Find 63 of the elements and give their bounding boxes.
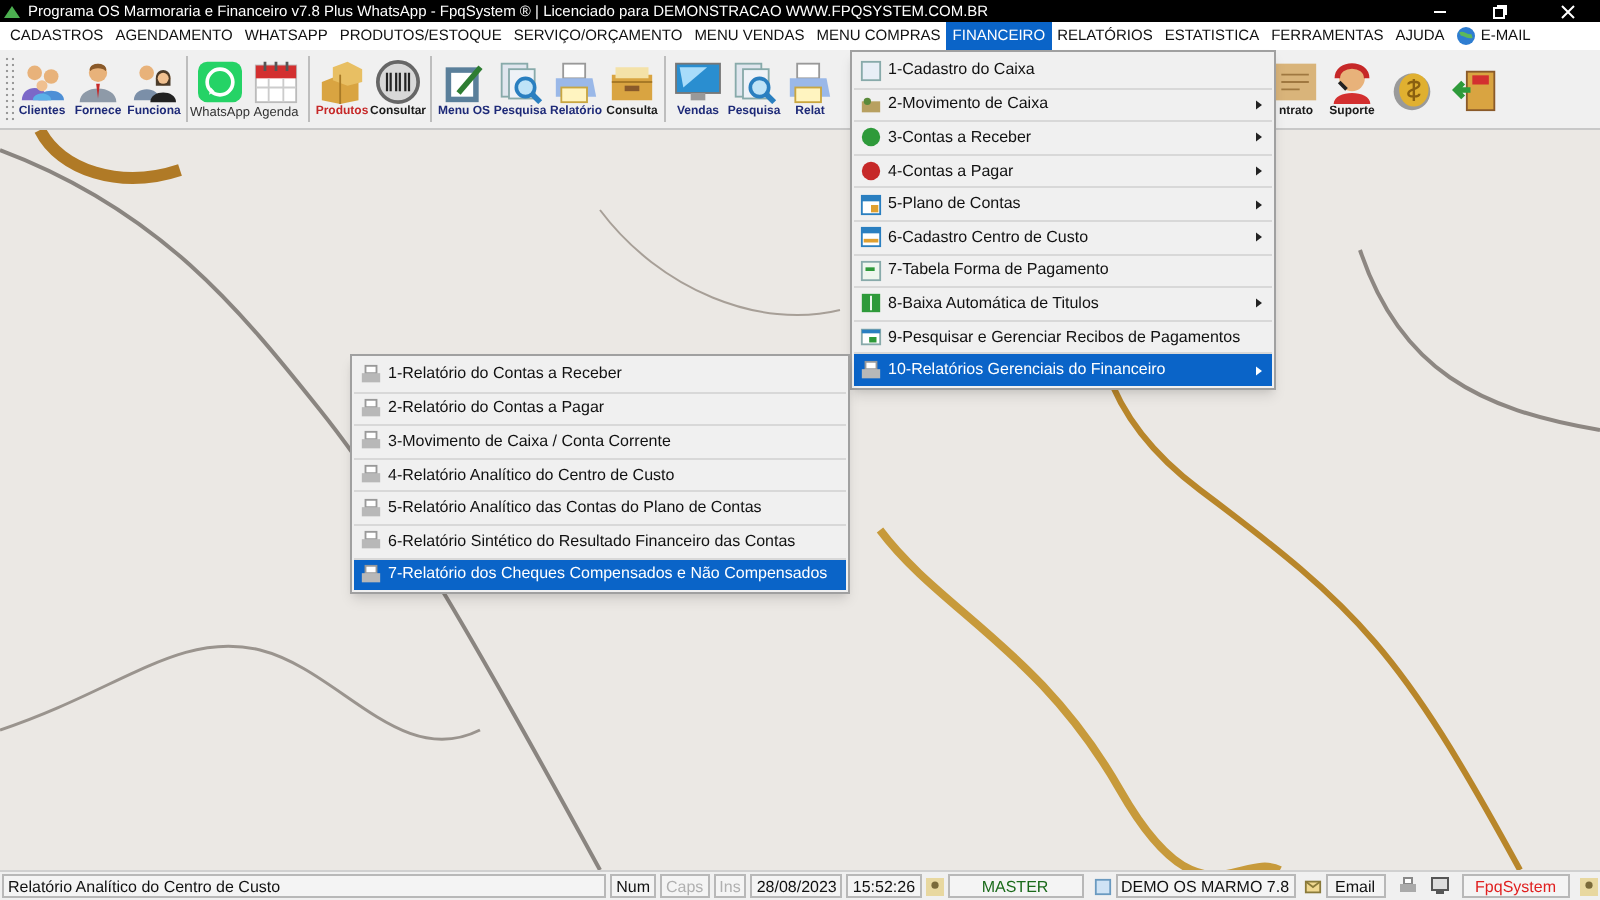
printer-icon — [360, 563, 382, 586]
window-icon — [860, 193, 882, 216]
printer-icon — [360, 530, 382, 553]
menu-item[interactable]: 7-Relatório dos Cheques Compensados e Não Compensados — [354, 557, 846, 591]
printer-icon — [1397, 876, 1418, 896]
chat-icon — [196, 59, 244, 103]
document-search-icon — [730, 59, 778, 103]
brand-field: FpqSystem — [1461, 874, 1570, 898]
money-icon — [860, 292, 882, 315]
barcode-icon — [374, 59, 422, 103]
user-icon — [925, 877, 944, 895]
printer-icon — [552, 59, 600, 103]
date-field: 28/08/2023 — [750, 874, 843, 898]
printer-icon — [860, 359, 882, 382]
register-icon — [860, 59, 882, 82]
maximize-icon[interactable] — [1492, 3, 1508, 19]
menu-item[interactable]: 7-Tabela Forma de Pagamento — [854, 253, 1272, 287]
monitor-icon — [674, 59, 722, 103]
printer-icon — [360, 363, 382, 386]
menu-item[interactable]: 1-Relatório do Contas a Receber — [354, 358, 846, 392]
time-field: 15:52:26 — [846, 874, 922, 898]
menu-item[interactable]: 1-Cadastro do Caixa — [854, 54, 1272, 88]
menu-item[interactable]: 3-Movimento de Caixa / Conta Corrente — [354, 424, 846, 458]
mail-icon — [1303, 877, 1322, 895]
menu-item[interactable]: 5-Relatório Analítico das Contas do Plano de Contas — [354, 490, 846, 524]
key-indicator: Num — [610, 874, 656, 898]
coin-icon — [860, 160, 882, 183]
printer-icon — [360, 430, 382, 453]
printer-icon — [360, 464, 382, 487]
menu-item[interactable]: 5-Plano de Contas — [854, 186, 1272, 220]
menu-item[interactable]: 3-Contas a Receber — [854, 120, 1272, 154]
coin-icon — [860, 126, 882, 149]
window-icon — [860, 226, 882, 249]
menu-item[interactable]: 4-Relatório Analítico do Centro de Custo — [354, 457, 846, 491]
menu-item[interactable]: 6-Cadastro Centro de Custo — [854, 219, 1272, 254]
exit-door-icon — [1452, 67, 1500, 111]
user-field: MASTER — [947, 874, 1083, 898]
close-icon[interactable] — [1560, 3, 1576, 19]
menu-item[interactable]: 8-Baixa Automática de Titulos — [854, 286, 1272, 320]
key-indicator: Ins — [713, 874, 747, 898]
scroll-icon — [1272, 59, 1320, 103]
company-field: DEMO OS MARMO 7.8 — [1115, 874, 1296, 898]
receipt-icon — [860, 326, 882, 349]
man-icon — [74, 59, 122, 103]
printer-icon — [786, 59, 834, 103]
menu-item[interactable]: 2-Movimento de Caixa — [854, 87, 1272, 121]
menu-item[interactable]: 2-Relatório do Contas a Pagar — [354, 391, 846, 425]
table-icon — [860, 259, 882, 282]
boxes-icon — [318, 59, 366, 103]
printer-icon — [360, 497, 382, 520]
status-message: Relatório Analítico do Centro de Custo — [2, 874, 607, 898]
company-icon — [1093, 877, 1111, 895]
globe-icon — [1456, 26, 1477, 46]
calendar-icon — [252, 59, 300, 103]
cash-icon — [860, 93, 882, 116]
monitor-icon — [1429, 876, 1450, 896]
user-icon — [1580, 877, 1598, 895]
menu-item[interactable]: 10-Relatórios Gerenciais do Financeiro — [854, 352, 1272, 386]
headset-person-icon — [1328, 59, 1376, 103]
key-indicator: Caps — [659, 874, 710, 898]
menu-item[interactable]: 4-Contas a Pagar — [854, 153, 1272, 187]
printer-icon — [360, 397, 382, 420]
document-search-icon — [496, 59, 544, 103]
